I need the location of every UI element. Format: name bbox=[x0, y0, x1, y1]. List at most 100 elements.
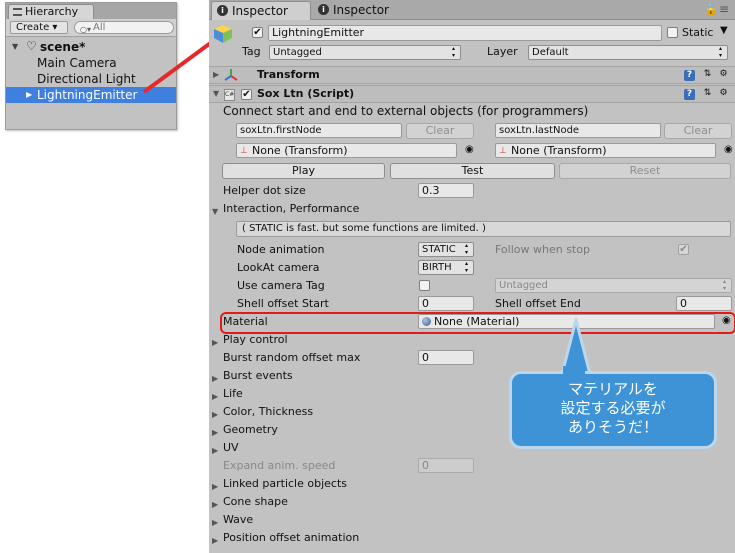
first-node-transform-field[interactable]: ⊥ None (Transform) bbox=[236, 143, 457, 158]
test-button[interactable]: Test bbox=[390, 163, 555, 179]
info-icon: i bbox=[318, 4, 329, 15]
last-node-field[interactable]: soxLtn.lastNode bbox=[495, 123, 661, 138]
tab-inspector[interactable]: i Inspector bbox=[211, 1, 311, 20]
callout-line-3: ありそうだ！ bbox=[567, 418, 658, 436]
expand-arrow-icon[interactable]: ▶ bbox=[213, 70, 219, 79]
tag-select[interactable]: Untagged bbox=[269, 45, 461, 60]
object-picker-icon[interactable]: ◉ bbox=[465, 144, 474, 155]
hierarchy-tabbar: Hierarchy bbox=[6, 3, 176, 19]
section-label: Cone shape bbox=[223, 495, 288, 508]
hierarchy-item-label: Main Camera bbox=[37, 56, 117, 70]
section-position-offset[interactable]: ▶ Position offset animation bbox=[211, 531, 359, 545]
section-linked-particles[interactable]: ▶ Linked particle objects bbox=[211, 477, 347, 491]
static-label: Static bbox=[682, 26, 714, 39]
section-play-control[interactable]: ▶ Play control bbox=[211, 333, 288, 347]
section-label: Position offset animation bbox=[223, 531, 360, 544]
object-picker-icon[interactable]: ◉ bbox=[724, 144, 733, 155]
callout-pointer-mask bbox=[563, 366, 585, 376]
follow-when-stop-label: Follow when stop bbox=[495, 243, 590, 256]
expand-arrow-icon[interactable]: ▶ bbox=[212, 336, 218, 350]
scene-expand-icon[interactable]: ▼ bbox=[12, 39, 18, 55]
expand-arrow-icon[interactable]: ▶ bbox=[212, 426, 218, 440]
preset-icon[interactable]: ⇅ bbox=[702, 88, 713, 99]
section-burst-events[interactable]: ▶ Burst events bbox=[211, 369, 293, 383]
lookat-select[interactable]: BIRTH bbox=[418, 260, 474, 275]
first-node-field[interactable]: soxLtn.firstNode bbox=[236, 123, 402, 138]
callout-line-2: 設定する必要が bbox=[560, 399, 666, 417]
expand-arrow-icon[interactable]: ▶ bbox=[212, 444, 218, 458]
lock-icon[interactable]: 🔒 bbox=[704, 3, 718, 16]
hierarchy-tab-label: Hierarchy bbox=[25, 5, 79, 18]
transform-icon: ⊥ bbox=[499, 146, 507, 156]
callout-line-1: マテリアルを bbox=[568, 380, 658, 398]
field-value: None (Transform) bbox=[511, 144, 607, 157]
section-label: Linked particle objects bbox=[223, 477, 347, 490]
unity-scene-icon: ♡ bbox=[26, 39, 37, 53]
active-checkbox[interactable]: ✔ bbox=[252, 27, 263, 38]
gear-icon[interactable]: ⚙ bbox=[718, 88, 729, 99]
collapse-arrow-icon[interactable]: ▼ bbox=[212, 205, 218, 219]
camera-tag-select[interactable]: Untagged bbox=[495, 278, 732, 293]
section-cone-shape[interactable]: ▶ Cone shape bbox=[211, 495, 288, 509]
static-dropdown-icon[interactable]: ▼ bbox=[720, 25, 728, 36]
layer-label: Layer bbox=[487, 45, 518, 58]
expand-arrow-icon[interactable]: ▶ bbox=[212, 408, 218, 422]
help-icon[interactable]: ? bbox=[684, 70, 695, 81]
follow-when-stop-checkbox[interactable]: ✔ bbox=[678, 244, 689, 255]
script-enabled-checkbox[interactable]: ✔ bbox=[241, 89, 252, 100]
section-uv[interactable]: ▶ UV bbox=[211, 441, 239, 455]
burst-random-field[interactable]: 0 bbox=[418, 350, 474, 365]
last-node-transform-field[interactable]: ⊥ None (Transform) bbox=[495, 143, 716, 158]
expand-arrow-icon[interactable]: ▶ bbox=[212, 534, 218, 548]
static-hint-box: ( STATIC is fast. but some functions are… bbox=[236, 221, 731, 237]
collapse-arrow-icon[interactable]: ▼ bbox=[213, 89, 219, 98]
shell-start-field[interactable]: 0 bbox=[418, 296, 474, 311]
tab-inspector-2[interactable]: i Inspector bbox=[313, 1, 409, 20]
material-highlight-box bbox=[220, 312, 735, 334]
helper-dot-label: Helper dot size bbox=[223, 184, 306, 197]
section-interaction[interactable]: ▼ Interaction, Performance bbox=[211, 202, 359, 216]
lookat-label: LookAt camera bbox=[237, 261, 320, 274]
preset-icon[interactable]: ⇅ bbox=[702, 69, 713, 80]
use-camera-tag-checkbox[interactable] bbox=[419, 280, 430, 291]
node-animation-select[interactable]: STATIC bbox=[418, 242, 474, 257]
script-header[interactable]: ▼ C# ✔ Sox Ltn (Script) ? ⇅ ⚙ bbox=[209, 85, 735, 103]
section-geometry[interactable]: ▶ Geometry bbox=[211, 423, 278, 437]
reset-button[interactable]: Reset bbox=[559, 163, 731, 179]
expand-arrow-icon[interactable]: ▶ bbox=[212, 498, 218, 512]
search-placeholder: All bbox=[93, 22, 106, 33]
object-name-field[interactable]: LightningEmitter bbox=[268, 25, 662, 41]
expand-arrow-icon[interactable]: ▶ bbox=[212, 390, 218, 404]
gear-icon[interactable]: ⚙ bbox=[718, 69, 729, 80]
section-life[interactable]: ▶ Life bbox=[211, 387, 243, 401]
play-button[interactable]: Play bbox=[222, 163, 385, 179]
help-icon[interactable]: ? bbox=[684, 89, 695, 100]
shell-start-label: Shell offset Start bbox=[237, 297, 329, 310]
section-label: Burst events bbox=[223, 369, 293, 382]
script-file-icon: C# bbox=[224, 89, 235, 101]
create-button[interactable]: Create ▾ bbox=[10, 21, 68, 34]
transform-header[interactable]: ▶ Transform ? ⇅ ⚙ bbox=[209, 66, 735, 84]
use-camera-tag-label: Use camera Tag bbox=[237, 279, 325, 292]
menu-icon[interactable]: ≡ bbox=[719, 2, 729, 16]
transform-axes-icon bbox=[224, 68, 238, 85]
expand-anim-field[interactable]: 0 bbox=[418, 458, 474, 473]
expand-arrow-icon[interactable]: ▶ bbox=[212, 516, 218, 530]
clear-first-button[interactable]: Clear bbox=[406, 123, 474, 139]
helper-dot-field[interactable]: 0.3 bbox=[418, 183, 474, 198]
node-animation-label: Node animation bbox=[237, 243, 325, 256]
layer-select[interactable]: Default bbox=[528, 45, 728, 60]
search-icon: ○▾ bbox=[80, 25, 91, 34]
shell-end-field[interactable]: 0 bbox=[676, 296, 732, 311]
inspector-tabbar: i Inspector i Inspector 🔒 ≡ bbox=[209, 0, 735, 20]
tab-hierarchy[interactable]: Hierarchy bbox=[8, 4, 94, 19]
section-wave[interactable]: ▶ Wave bbox=[211, 513, 253, 527]
clear-last-button[interactable]: Clear bbox=[664, 123, 732, 139]
hierarchy-item-label: LightningEmitter bbox=[37, 88, 138, 102]
expand-arrow-icon[interactable]: ▶ bbox=[212, 372, 218, 386]
expand-arrow-icon[interactable]: ▶ bbox=[212, 480, 218, 494]
expand-arrow-icon[interactable]: ▶ bbox=[26, 87, 32, 103]
transform-title: Transform bbox=[257, 68, 320, 81]
static-checkbox[interactable] bbox=[667, 27, 678, 38]
section-color-thickness[interactable]: ▶ Color, Thickness bbox=[211, 405, 313, 419]
